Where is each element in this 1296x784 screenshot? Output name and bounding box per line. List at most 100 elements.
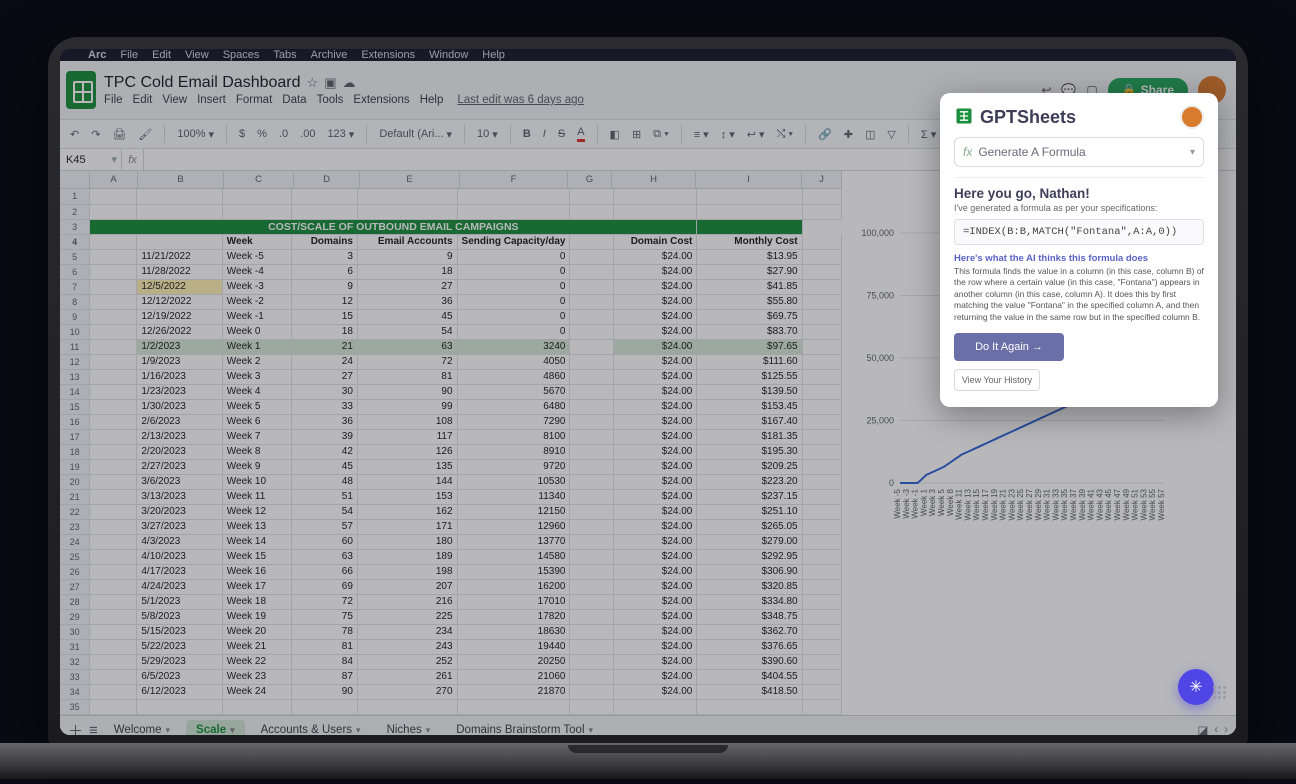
svg-text:Week 57: Week 57 xyxy=(1157,488,1166,520)
menu-edit[interactable]: Edit xyxy=(152,49,171,61)
menu-window[interactable]: Window xyxy=(429,49,468,61)
svg-text:Week -3: Week -3 xyxy=(902,488,911,518)
sheet-tab[interactable]: Accounts & Users ▾ xyxy=(251,720,371,735)
doc-title[interactable]: TPC Cold Email Dashboard xyxy=(104,74,301,92)
do-it-again-button[interactable]: Do It Again → xyxy=(954,333,1064,361)
font-select[interactable]: Default (Ari... ▾ xyxy=(379,128,452,141)
last-edit-link[interactable]: Last edit was 6 days ago xyxy=(457,94,584,106)
docmenu-extensions[interactable]: Extensions xyxy=(353,94,409,106)
svg-text:Week 49: Week 49 xyxy=(1122,488,1131,520)
svg-text:Week -5: Week -5 xyxy=(893,488,902,518)
percent-button[interactable]: % xyxy=(257,128,267,140)
docmenu-view[interactable]: View xyxy=(162,94,187,106)
name-box[interactable]: K45▾ xyxy=(60,149,122,170)
sheet-tab[interactable]: Welcome ▾ xyxy=(104,720,180,735)
scroll-left-icon[interactable]: ‹ xyxy=(1214,724,1218,735)
rotate-button[interactable]: ⤭ ▾ xyxy=(777,128,793,141)
menu-help[interactable]: Help xyxy=(482,49,505,61)
docmenu-format[interactable]: Format xyxy=(236,94,272,106)
svg-text:Week 25: Week 25 xyxy=(1016,488,1025,520)
all-sheets-button[interactable]: ≡ xyxy=(89,722,98,736)
explain-text: This formula finds the value in a column… xyxy=(954,266,1204,323)
svg-text:Week 11: Week 11 xyxy=(955,488,964,519)
assistant-fab[interactable]: ✳ xyxy=(1178,669,1214,705)
font-size-select[interactable]: 10 ▾ xyxy=(477,128,498,141)
svg-text:Week 29: Week 29 xyxy=(1034,488,1043,520)
svg-text:Week -1: Week -1 xyxy=(911,488,920,518)
docmenu-edit[interactable]: Edit xyxy=(133,94,153,106)
filter-button[interactable]: ▽ xyxy=(887,128,895,141)
docmenu-data[interactable]: Data xyxy=(282,94,306,106)
gptsheets-logo-icon xyxy=(954,106,974,129)
menu-file[interactable]: File xyxy=(120,49,138,61)
svg-text:Week 43: Week 43 xyxy=(1095,488,1104,520)
dec-increase-button[interactable]: .00 xyxy=(300,128,315,140)
docmenu-tools[interactable]: Tools xyxy=(317,94,344,106)
menu-archive[interactable]: Archive xyxy=(311,49,348,61)
text-color-button[interactable]: A xyxy=(577,126,584,142)
docmenu-insert[interactable]: Insert xyxy=(197,94,226,106)
explore-button[interactable]: ◪ xyxy=(1197,723,1208,735)
menu-spaces[interactable]: Spaces xyxy=(223,49,260,61)
sheets-logo-icon[interactable] xyxy=(66,71,96,109)
zoom-select[interactable]: 100% ▾ xyxy=(177,128,214,141)
menu-extensions[interactable]: Extensions xyxy=(361,49,415,61)
redo-button[interactable]: ↷ xyxy=(91,128,100,141)
link-button[interactable]: 🔗 xyxy=(818,128,832,141)
sheet-tab-bar: ＋ ≡ Welcome ▾ Scale ▾ Accounts & Users ▾ Ni… xyxy=(60,715,1236,736)
cloud-status-icon: ☁ xyxy=(342,75,355,91)
svg-text:Week 21: Week 21 xyxy=(999,488,1008,520)
svg-text:Week 19: Week 19 xyxy=(990,488,999,520)
svg-text:Week 17: Week 17 xyxy=(981,488,990,520)
sheet-tab[interactable]: Niches ▾ xyxy=(377,720,441,735)
star-icon[interactable]: ☆ xyxy=(307,75,319,91)
valign-button[interactable]: ↕ ▾ xyxy=(721,128,735,141)
number-format-select[interactable]: 123 ▾ xyxy=(327,128,354,141)
fill-color-button[interactable]: ◧ xyxy=(610,128,620,141)
move-folder-icon[interactable]: ▣ xyxy=(324,75,336,91)
wrap-button[interactable]: ↩ ▾ xyxy=(747,128,765,141)
italic-button[interactable]: I xyxy=(543,128,546,140)
comment-button[interactable]: ✚ xyxy=(844,128,853,141)
sheet-tab[interactable]: Domains Brainstorm Tool ▾ xyxy=(446,720,603,735)
svg-text:Week 41: Week 41 xyxy=(1087,488,1096,520)
halign-button[interactable]: ≡ ▾ xyxy=(694,128,709,141)
column-headers[interactable]: A B C D E F G H I J xyxy=(60,171,842,189)
panel-avatar[interactable] xyxy=(1180,105,1204,129)
docmenu-help[interactable]: Help xyxy=(420,94,444,106)
currency-button[interactable]: $ xyxy=(239,128,245,140)
generate-formula-input[interactable]: fx Generate A Formula ▾ xyxy=(954,137,1204,167)
strike-button[interactable]: S xyxy=(558,128,565,140)
svg-text:Week 39: Week 39 xyxy=(1078,488,1087,520)
spreadsheet-grid[interactable]: 123COST/SCALE OF OUTBOUND EMAIL CAMPAIGN… xyxy=(60,189,842,715)
print-button[interactable]: 🖨 xyxy=(112,128,126,141)
svg-text:Week 45: Week 45 xyxy=(1104,488,1113,520)
chart-button[interactable]: ◫ xyxy=(865,128,875,141)
scroll-right-icon[interactable]: › xyxy=(1224,724,1228,735)
menu-app[interactable]: Arc xyxy=(88,49,106,61)
dec-decrease-button[interactable]: .0 xyxy=(279,128,288,140)
formula-result[interactable]: =INDEX(B:B,MATCH("Fontana",A:A,0)) xyxy=(954,219,1204,245)
menu-tabs[interactable]: Tabs xyxy=(273,49,296,61)
functions-button[interactable]: Σ ▾ xyxy=(921,128,936,141)
svg-text:50,000: 50,000 xyxy=(866,353,894,363)
add-sheet-button[interactable]: ＋ xyxy=(68,720,83,736)
svg-text:Week 31: Week 31 xyxy=(1043,488,1052,520)
gptsheets-panel: GPTSheets fx Generate A Formula ▾ Here y… xyxy=(940,93,1218,407)
svg-text:25,000: 25,000 xyxy=(866,416,894,426)
view-history-button[interactable]: View Your History xyxy=(954,369,1040,391)
merge-button[interactable]: ⧉ ▾ xyxy=(653,128,669,141)
svg-text:Week 35: Week 35 xyxy=(1060,488,1069,520)
paint-format-button[interactable]: 🖌 xyxy=(138,128,152,141)
docmenu-file[interactable]: File xyxy=(104,94,123,106)
gptsheets-brand: GPTSheets xyxy=(980,107,1174,128)
borders-button[interactable]: ⊞ xyxy=(632,128,641,141)
svg-text:Week 33: Week 33 xyxy=(1051,488,1060,520)
drag-handle-icon[interactable] xyxy=(1213,686,1226,699)
bold-button[interactable]: B xyxy=(523,128,531,140)
fx-icon: fx xyxy=(122,149,144,170)
svg-text:75,000: 75,000 xyxy=(866,291,894,301)
sheet-tab[interactable]: Scale ▾ xyxy=(186,720,245,735)
menu-view[interactable]: View xyxy=(185,49,209,61)
undo-button[interactable]: ↶ xyxy=(70,128,79,141)
